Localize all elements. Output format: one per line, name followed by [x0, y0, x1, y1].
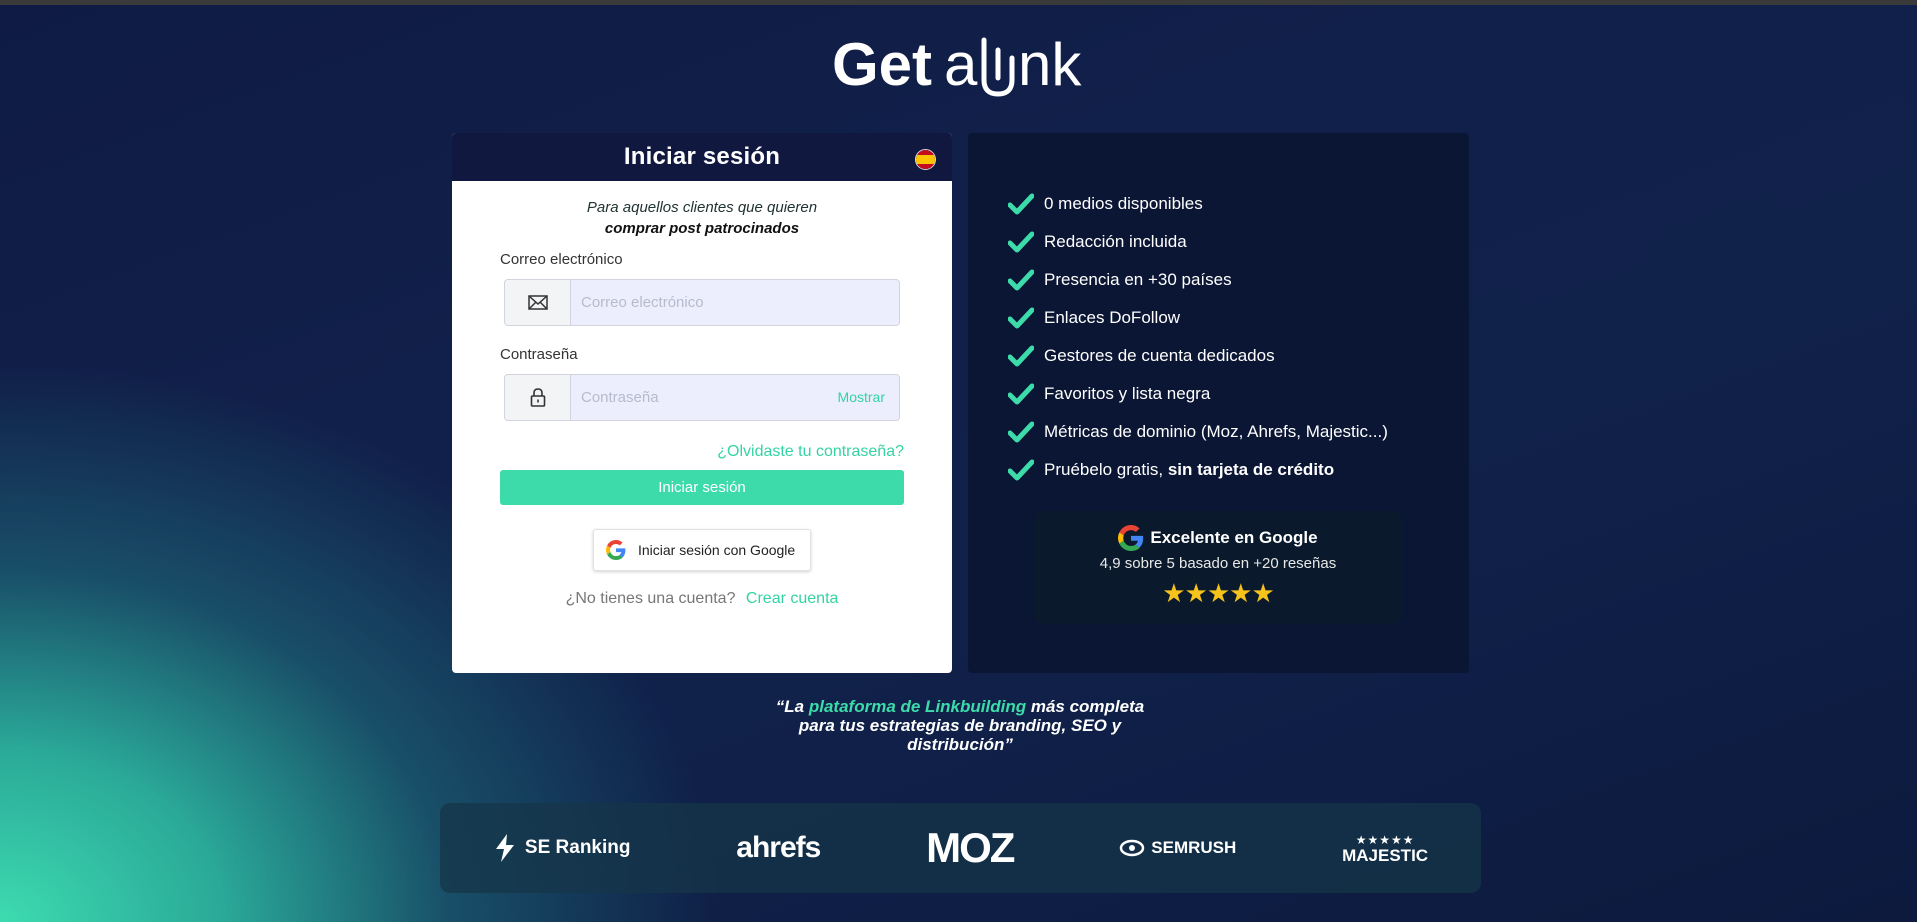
majestic-text: MAJESTIC — [1342, 846, 1429, 865]
review-title: Excelente en Google — [1150, 528, 1318, 547]
feature-item: Pruébelo gratis, sin tarjeta de crédito — [1008, 451, 1388, 489]
check-icon — [1008, 193, 1034, 215]
intro-line-2: comprar post patrocinados — [604, 220, 800, 237]
moz-logo: MOZ — [926, 824, 1015, 872]
email-label: Correo electrónico — [500, 251, 623, 268]
logo-text-get: Get — [832, 31, 932, 98]
envelope-icon — [505, 280, 571, 325]
feature-text: 0 medios disponibles — [1044, 194, 1203, 213]
create-account-link[interactable]: Crear cuenta — [746, 590, 839, 607]
email-input[interactable] — [571, 280, 899, 325]
feature-item: Métricas de dominio (Moz, Ahrefs, Majest… — [1008, 413, 1388, 451]
getalink-logo[interactable]: Get a nk — [832, 28, 1092, 104]
login-card: Iniciar sesión Para aquellos clientes qu… — [452, 133, 952, 673]
feature-item: Enlaces DoFollow — [1008, 299, 1388, 337]
semrush-text: SEMRUSH — [1151, 838, 1237, 857]
password-label: Contraseña — [500, 346, 578, 363]
feature-text-bold: sin tarjeta de crédito — [1167, 460, 1335, 479]
tagline-accent: plataforma de Linkbuilding — [808, 697, 1027, 716]
forgot-password-link[interactable]: ¿Olvidaste tu contraseña? — [717, 443, 904, 461]
feature-item: Favoritos y lista negra — [1008, 375, 1388, 413]
spain-flag-icon[interactable] — [915, 149, 936, 170]
feature-text-prefix: Pruébelo gratis, — [1044, 460, 1164, 479]
check-icon — [1008, 231, 1034, 253]
browser-top-border — [0, 0, 1917, 5]
login-submit-button[interactable]: Iniciar sesión — [500, 470, 904, 505]
review-title-row: Excelente en Google — [1034, 525, 1402, 551]
feature-text: Gestores de cuenta dedicados — [1044, 346, 1275, 365]
feature-text: Presencia en +30 países — [1044, 270, 1232, 289]
tagline-open: “La — [775, 697, 805, 716]
password-field-group: Mostrar — [504, 374, 900, 421]
feature-item: Presencia en +30 países — [1008, 261, 1388, 299]
ahrefs-text: ahrefs — [736, 831, 821, 864]
show-password-button[interactable]: Mostrar — [838, 389, 885, 405]
feature-item: 0 medios disponibles — [1008, 185, 1388, 223]
majestic-logo: ★★★★★ MAJESTIC — [1342, 832, 1428, 864]
check-icon — [1008, 459, 1034, 481]
lock-icon — [505, 375, 571, 420]
star-rating: ★★★★★ — [1162, 578, 1275, 608]
ahrefs-logo: ahrefs — [736, 831, 821, 865]
signup-row: ¿No tienes una cuenta? Crear cuenta — [452, 590, 952, 608]
feature-text: Favoritos y lista negra — [1044, 384, 1211, 403]
se-ranking-icon — [495, 834, 514, 862]
feature-item: Gestores de cuenta dedicados — [1008, 337, 1388, 375]
partner-logos: SE Ranking ahrefs MOZ SEMRUSH ★★★★★ MAJE… — [440, 803, 1481, 893]
check-icon — [1008, 269, 1034, 291]
features-card: 0 medios disponibles Redacción incluida … — [968, 133, 1469, 673]
moz-text: MOZ — [926, 824, 1015, 871]
feature-item: Redacción incluida — [1008, 223, 1388, 261]
google-review-box: Excelente en Google 4,9 sobre 5 basado e… — [1034, 511, 1402, 624]
feature-text: Métricas de dominio (Moz, Ahrefs, Majest… — [1044, 422, 1388, 441]
email-field-group — [504, 279, 900, 326]
google-icon — [1118, 525, 1144, 551]
logo-text-alink: a — [944, 31, 978, 98]
se-ranking-text: SE Ranking — [524, 837, 631, 858]
google-signin-button[interactable]: Iniciar sesión con Google — [593, 529, 811, 571]
review-subtitle: 4,9 sobre 5 basado en +20 reseñas — [1099, 555, 1337, 572]
login-title: Iniciar sesión — [623, 143, 781, 170]
login-header: Iniciar sesión — [452, 133, 952, 181]
feature-text: Redacción incluida — [1044, 232, 1187, 251]
login-intro: Para aquellos clientes que quieren compr… — [452, 197, 952, 239]
se-ranking-logo: SE Ranking — [493, 833, 631, 863]
check-icon — [1008, 383, 1034, 405]
svg-text:nk: nk — [1018, 31, 1082, 98]
check-icon — [1008, 307, 1034, 329]
google-icon — [606, 540, 626, 560]
features-list: 0 medios disponibles Redacción incluida … — [1008, 185, 1388, 489]
semrush-icon — [1120, 839, 1145, 857]
google-signin-label: Iniciar sesión con Google — [638, 542, 796, 558]
tagline: “La plataforma de Linkbuilding más compl… — [760, 697, 1160, 754]
check-icon — [1008, 421, 1034, 443]
semrush-logo: SEMRUSH — [1119, 838, 1236, 858]
no-account-text: ¿No tienes una cuenta? — [565, 590, 736, 607]
check-icon — [1008, 345, 1034, 367]
intro-line-1: Para aquellos clientes que quieren — [586, 199, 818, 216]
feature-text: Enlaces DoFollow — [1044, 308, 1181, 327]
feature-text: Pruébelo gratis, sin tarjeta de crédito — [1044, 460, 1334, 480]
